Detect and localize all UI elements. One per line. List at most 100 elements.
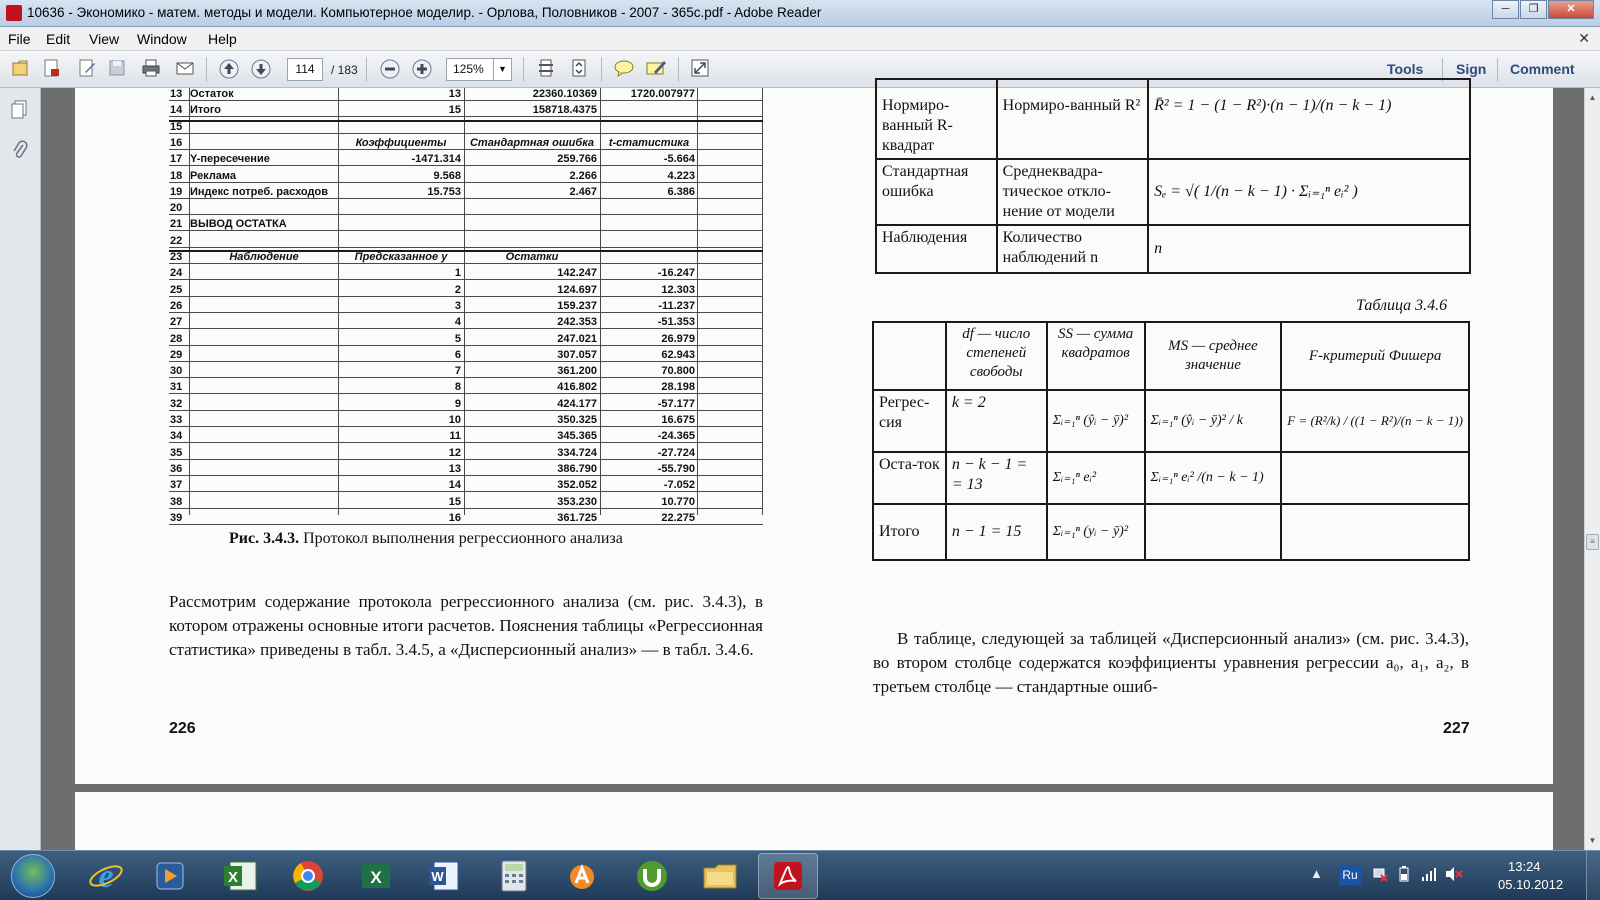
table-3-4-6: df — число степеней свободы SS — сумма к…: [872, 321, 1470, 561]
document-close-icon[interactable]: ✕: [1578, 30, 1590, 47]
sheet-cell: Остаток: [190, 88, 234, 100]
utorrent-taskbar-icon[interactable]: [622, 853, 682, 899]
clock-time[interactable]: 13:24: [1508, 859, 1541, 874]
sign-pane-link[interactable]: Sign: [1456, 61, 1486, 77]
battery-icon[interactable]: [1397, 866, 1411, 885]
sheet-cell: 2: [454, 283, 461, 296]
file-explorer-taskbar-icon[interactable]: [690, 853, 750, 899]
menu-view[interactable]: View: [89, 31, 119, 47]
vertical-scrollbar[interactable]: ▲ ≡ ▼: [1584, 88, 1600, 850]
sheet-cell: 16: [170, 136, 183, 149]
print-icon[interactable]: [140, 58, 162, 80]
sheet-cell: 386.790: [557, 462, 597, 475]
create-pdf-icon[interactable]: [40, 58, 62, 80]
zoom-value: 125%: [453, 62, 484, 76]
minimize-button[interactable]: ─: [1492, 0, 1519, 19]
fullscreen-icon[interactable]: [689, 58, 711, 80]
open-icon[interactable]: [10, 58, 32, 80]
menu-file[interactable]: File: [8, 31, 31, 47]
excel-taskbar-icon[interactable]: X: [346, 853, 406, 899]
table-cell: [1280, 451, 1470, 505]
sheet-cell: 4: [454, 316, 461, 329]
fit-page-icon[interactable]: [568, 58, 590, 80]
sheet-cell: [190, 512, 338, 525]
sticky-note-icon[interactable]: [613, 58, 635, 80]
maximize-button[interactable]: ❐: [1520, 0, 1547, 19]
sheet-cell: 5: [454, 332, 461, 345]
sheet-cell: Индекс потреб. расходов: [190, 185, 328, 198]
menu-edit[interactable]: Edit: [46, 31, 70, 47]
sheet-cell: Наблюдение: [229, 251, 299, 263]
network-error-icon[interactable]: [1372, 866, 1388, 885]
sheet-cell: [339, 235, 463, 248]
adobe-reader-taskbar-icon[interactable]: [758, 853, 818, 899]
sheet-cell: -27.724: [657, 446, 695, 459]
volume-muted-icon[interactable]: [1445, 866, 1463, 885]
scrolling-mode-icon[interactable]: [535, 58, 557, 80]
language-indicator[interactable]: Ru: [1339, 865, 1361, 885]
sheet-row: 16 Коэффициенты Стандартная ошибка t-статис…: [169, 137, 763, 150]
table-cell: Наблюдения: [875, 224, 998, 274]
sheet-cell: Итого: [190, 104, 222, 117]
toolbar-separator: [206, 57, 207, 82]
sheet-cell: [601, 218, 697, 231]
show-hidden-icons-icon[interactable]: ▲: [1310, 866, 1323, 881]
sheet-cell: [601, 104, 697, 117]
table-cell: [1143, 503, 1283, 561]
sheet-cell: 23: [170, 251, 183, 263]
sheet-row: 39 16 361.725 22.275: [169, 512, 763, 525]
formula-cell: Σᵢ₌₁ⁿ eᵢ² /(n − k − 1): [1143, 451, 1283, 505]
previous-page-icon[interactable]: [218, 58, 240, 80]
excel-2007-taskbar-icon[interactable]: X: [210, 853, 270, 899]
scroll-down-icon[interactable]: ▼: [1585, 833, 1600, 848]
next-page-icon[interactable]: [250, 58, 272, 80]
sheet-cell: 70.800: [661, 365, 695, 378]
save-icon[interactable]: [106, 58, 128, 80]
sheet-cell: 33: [170, 414, 183, 426]
calculator-taskbar-icon[interactable]: [484, 853, 544, 899]
email-icon[interactable]: [174, 58, 196, 80]
internet-explorer-taskbar-icon[interactable]: e: [76, 853, 136, 899]
adobe-reader-app-icon[interactable]: [6, 5, 22, 21]
sheet-cell: 28.198: [661, 381, 695, 394]
sheet-cell: 22: [170, 234, 183, 247]
word-taskbar-icon[interactable]: W: [414, 853, 474, 899]
figure-caption: Рис. 3.4.3. Протокол выполнения регресси…: [229, 530, 623, 548]
sheet-cell: 15: [448, 495, 461, 508]
comment-pane-link[interactable]: Comment: [1510, 61, 1575, 77]
tools-pane-link[interactable]: Tools: [1387, 61, 1423, 77]
windows-taskbar: e X X W ▲ Ru 13:24 05.10.2012: [0, 850, 1600, 900]
avast-taskbar-icon[interactable]: [552, 853, 612, 899]
attachments-icon[interactable]: [10, 140, 30, 160]
signal-strength-icon[interactable]: [1421, 866, 1437, 885]
zoom-out-icon[interactable]: [379, 58, 401, 80]
close-button[interactable]: ✕: [1548, 0, 1594, 19]
scroll-up-icon[interactable]: ▲: [1585, 90, 1600, 105]
clock-date[interactable]: 05.10.2012: [1498, 877, 1563, 892]
highlight-text-icon[interactable]: [645, 58, 667, 80]
menu-window[interactable]: Window: [137, 31, 187, 47]
zoom-select[interactable]: 125% ▼: [446, 58, 512, 81]
scroll-thumb[interactable]: ≡: [1586, 534, 1599, 550]
sheet-cell: [339, 121, 463, 134]
sheet-cell: 38: [170, 495, 183, 508]
page-thumbnails-icon[interactable]: [10, 100, 30, 120]
table-cell: Количество наблюдений n: [995, 224, 1150, 274]
sheet-cell: [339, 218, 463, 231]
sheet-cell: 345.365: [557, 430, 597, 443]
chevron-down-icon[interactable]: ▼: [493, 59, 511, 80]
zoom-in-icon[interactable]: [411, 58, 433, 80]
media-player-taskbar-icon[interactable]: [140, 853, 200, 899]
chrome-taskbar-icon[interactable]: [278, 853, 338, 899]
menu-help[interactable]: Help: [208, 31, 237, 47]
sheet-cell: 350.325: [557, 414, 597, 426]
edit-pdf-icon[interactable]: [76, 58, 98, 80]
show-desktop-button[interactable]: [1586, 851, 1600, 900]
formula-cell: Σᵢ₌₁ⁿ (ŷᵢ − ȳ)²: [1045, 389, 1146, 453]
page-number-input[interactable]: 114: [287, 58, 323, 81]
sheet-cell: [601, 121, 697, 134]
table-header-cell: F-критерий Фишера: [1280, 321, 1470, 391]
sheet-cell: 14: [170, 104, 183, 117]
sheet-cell: 15.753: [427, 185, 461, 198]
start-button[interactable]: [11, 854, 55, 898]
